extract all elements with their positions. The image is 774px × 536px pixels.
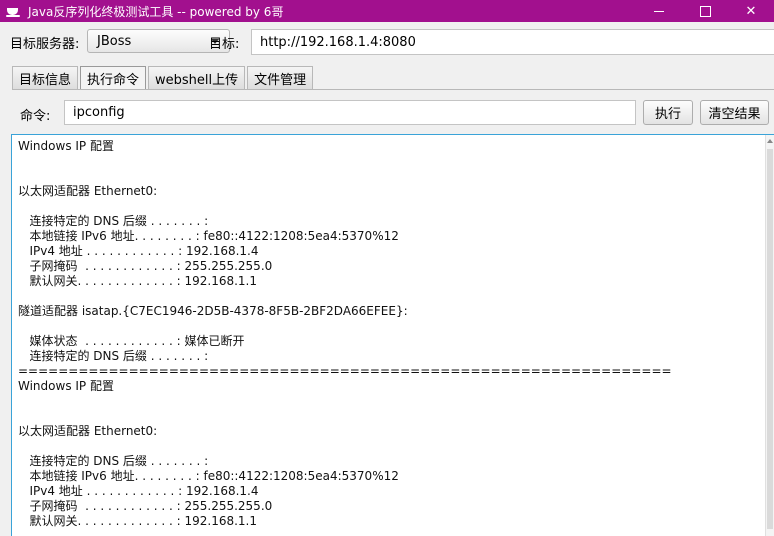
output-line: IPv4 地址 . . . . . . . . . . . . : 192.16… <box>18 244 259 258</box>
output-line: Windows IP 配置 <box>18 139 114 153</box>
output-line: 默认网关. . . . . . . . . . . . . : 192.168.… <box>18 274 257 288</box>
output-line: Windows IP 配置 <box>18 379 114 393</box>
output-line: 默认网关. . . . . . . . . . . . . : 192.168.… <box>18 514 257 528</box>
output-line: 隧道适配器 isatap.{C7EC1946-2D5B-4378-8F5B-2B… <box>18 304 408 318</box>
output-line: 连接特定的 DNS 后缀 . . . . . . . : <box>18 454 209 468</box>
command-output-area[interactable]: Windows IP 配置 以太网适配器 Ethernet0: 连接特定的 DN… <box>11 134 774 536</box>
server-label: 目标服务器: <box>10 37 80 52</box>
output-line: 以太网适配器 Ethernet0: <box>18 184 158 198</box>
output-scrollbar[interactable] <box>765 135 774 536</box>
output-line: 连接特定的 DNS 后缀 . . . . . . . : <box>18 214 209 228</box>
output-line: IPv4 地址 . . . . . . . . . . . . : 192.16… <box>18 484 259 498</box>
tab-file-manager[interactable]: 文件管理 <box>247 66 314 90</box>
output-line: 子网掩码 . . . . . . . . . . . . : 255.255.2… <box>18 499 273 513</box>
maximize-icon <box>699 5 711 17</box>
command-input[interactable] <box>64 100 636 125</box>
output-line: 本地链接 IPv6 地址. . . . . . . . : fe80::4122… <box>18 229 399 243</box>
output-line: 以太网适配器 Ethernet0: <box>18 424 158 438</box>
coffee-cup-icon <box>6 5 22 17</box>
close-button[interactable]: ✕ <box>728 0 774 22</box>
server-select-value: JBoss <box>97 33 132 49</box>
command-label: 命令: <box>20 109 51 124</box>
tab-divider <box>12 89 774 90</box>
output-line: 本地链接 IPv6 地址. . . . . . . . : fe80::4122… <box>18 469 399 483</box>
command-row: 命令: 执行 清空结果 <box>0 99 774 127</box>
tab-webshell-upload[interactable]: webshell上传 <box>148 66 246 90</box>
maximize-button[interactable] <box>682 0 728 22</box>
window-controls: ✕ <box>636 0 774 22</box>
output-line: ========================================… <box>18 364 672 378</box>
output-line: 连接特定的 DNS 后缀 . . . . . . . : <box>18 349 209 363</box>
target-row: 目标服务器: JBoss 目标: <box>0 27 774 55</box>
target-url-input[interactable] <box>251 29 774 55</box>
output-line: 子网掩码 . . . . . . . . . . . . : 255.255.2… <box>18 259 273 273</box>
scroll-up-icon[interactable] <box>767 139 773 143</box>
tab-execute-command[interactable]: 执行命令 <box>80 66 147 90</box>
window-title: Java反序列化终极测试工具 -- powered by 6哥 <box>28 4 284 19</box>
execute-button[interactable]: 执行 <box>643 100 693 125</box>
command-output-text: Windows IP 配置 以太网适配器 Ethernet0: 连接特定的 DN… <box>18 139 758 529</box>
tab-target-info[interactable]: 目标信息 <box>12 66 79 90</box>
clear-results-button[interactable]: 清空结果 <box>700 100 769 125</box>
scroll-thumb[interactable] <box>767 149 773 529</box>
title-bar: Java反序列化终极测试工具 -- powered by 6哥 ✕ <box>0 0 774 22</box>
output-line: 媒体状态 . . . . . . . . . . . . : 媒体已断开 <box>18 334 245 348</box>
minimize-button[interactable] <box>636 0 682 22</box>
close-icon: ✕ <box>745 3 757 19</box>
tab-strip: 目标信息 执行命令 webshell上传 文件管理 <box>12 66 315 90</box>
target-label: 目标: <box>209 37 240 52</box>
minimize-icon <box>654 10 664 12</box>
